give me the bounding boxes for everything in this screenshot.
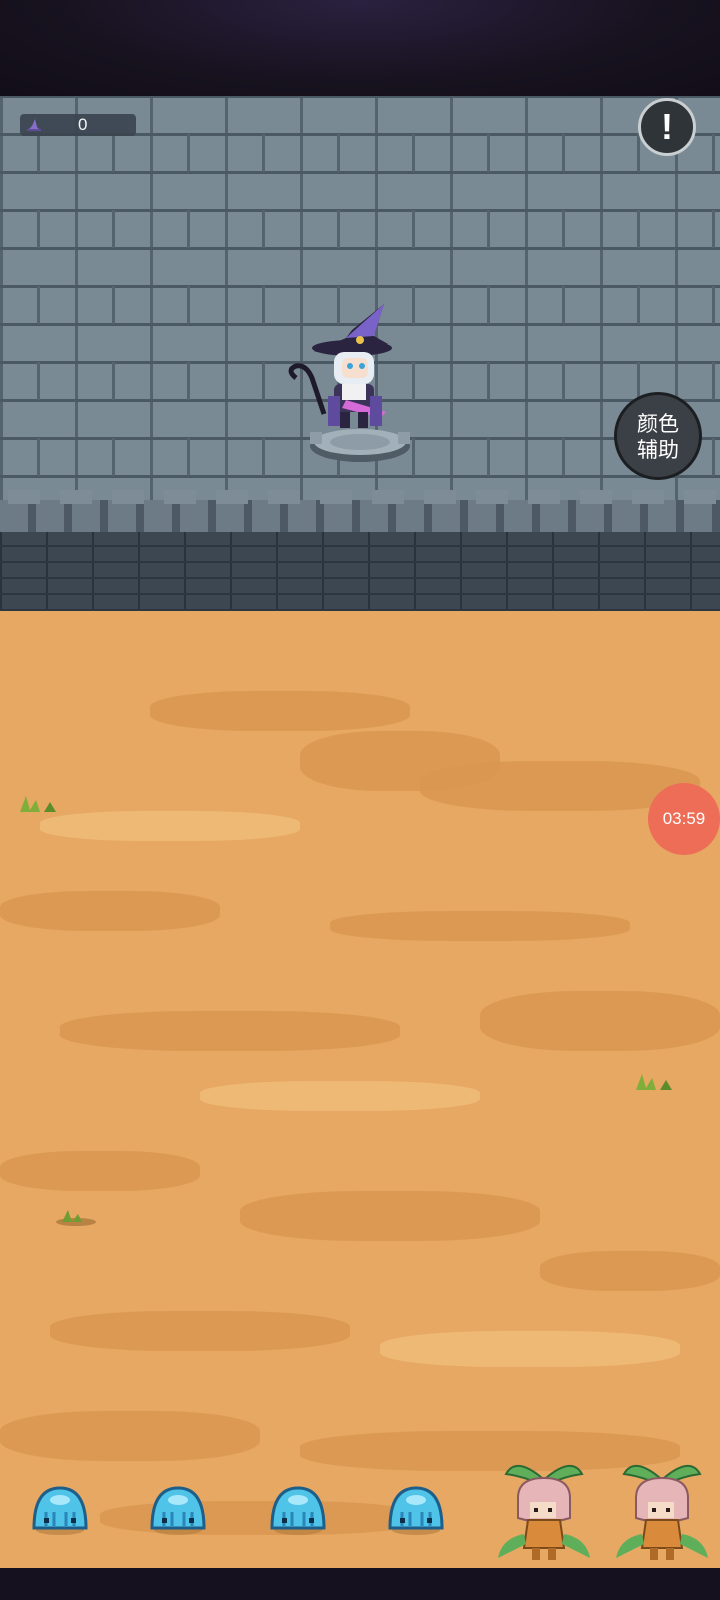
score-counter: 0 xyxy=(20,114,136,136)
witch-character xyxy=(288,304,392,428)
mandrake-sprout-enemy[interactable] xyxy=(614,1456,710,1564)
blue-slime-enemy[interactable] xyxy=(386,1482,446,1536)
timer-value: 03:59 xyxy=(662,809,706,828)
top-letterbox xyxy=(0,0,720,96)
grass-tuft xyxy=(636,1074,672,1090)
alert-button[interactable]: ! xyxy=(638,98,696,156)
score-value: 0 xyxy=(78,115,88,134)
recording-timer[interactable]: 03:59 xyxy=(648,783,720,855)
color-assist-button[interactable]: 颜色 辅助 xyxy=(614,392,702,480)
wall-base xyxy=(0,532,720,611)
grass-tuft xyxy=(20,796,56,812)
mandrake-sprout-enemy[interactable] xyxy=(496,1456,592,1564)
grass-tuft xyxy=(56,1210,96,1226)
exclamation-icon: ! xyxy=(661,106,673,147)
bottom-letterbox xyxy=(0,1568,720,1600)
blue-slime-enemy[interactable] xyxy=(30,1482,90,1536)
witch-hat-icon xyxy=(27,119,41,131)
color-assist-label-line1: 颜色 xyxy=(637,412,679,436)
blue-slime-enemy[interactable] xyxy=(268,1482,328,1536)
desert-field xyxy=(0,611,720,1568)
color-assist-label-line2: 辅助 xyxy=(637,438,679,462)
blue-slime-enemy[interactable] xyxy=(148,1482,208,1536)
wall-battlement xyxy=(0,490,720,532)
